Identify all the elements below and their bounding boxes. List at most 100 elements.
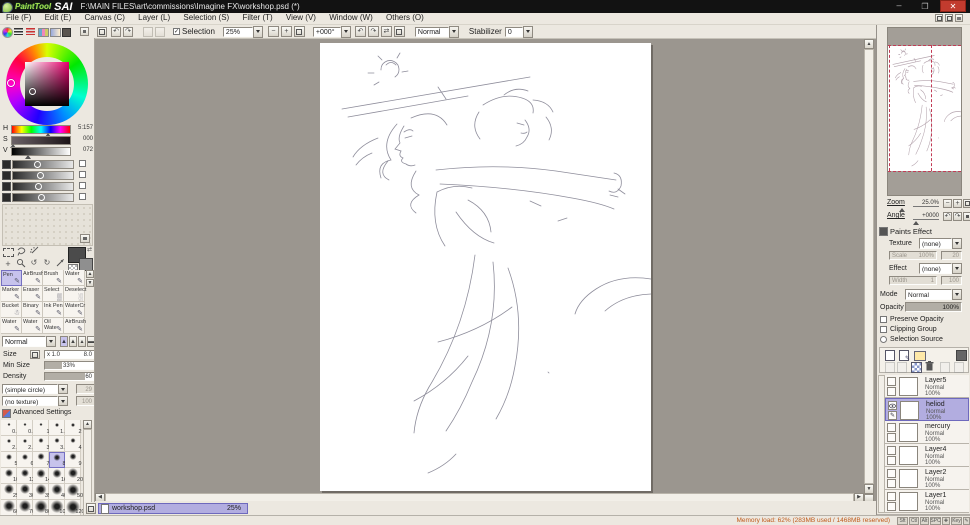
texture-select[interactable]: (none)	[919, 238, 952, 249]
custom-slider-3[interactable]	[2, 181, 92, 191]
texture-dropdown-button[interactable]	[952, 238, 962, 249]
zoom-reset-button[interactable]	[293, 26, 305, 37]
size-cell[interactable]: 9	[65, 452, 82, 468]
effect-select[interactable]: (none)	[919, 263, 952, 274]
zoom-in-button[interactable]: +	[280, 26, 292, 37]
navigator-rotate-ccw-button[interactable]: ↶	[943, 212, 952, 221]
tool-water[interactable]: Water ✎	[64, 270, 85, 286]
paints-effect-header[interactable]: Paints Effect	[879, 227, 969, 236]
size-cell[interactable]: 60	[1, 500, 19, 515]
clipping-group-checkbox[interactable]	[880, 326, 887, 333]
size-cell[interactable]: 10	[1, 468, 19, 484]
layer4-lock-checkbox[interactable]	[887, 456, 896, 465]
stabilizer-dropdown-button[interactable]	[522, 25, 533, 38]
tool-water2[interactable]: Water ✎	[1, 318, 22, 334]
canvas-area[interactable]: ▲ ▼ ◀ ▶	[95, 38, 876, 501]
size-cell[interactable]: 6	[17, 452, 34, 468]
size-cell[interactable]: 5	[1, 452, 18, 468]
effect-dropdown-button[interactable]	[952, 263, 962, 274]
move-tool[interactable]: +	[3, 259, 13, 269]
document-tab-active[interactable]: workshop.psd 25%	[98, 503, 248, 514]
canvas-vscroll-track[interactable]	[864, 49, 874, 484]
tool-inkpen[interactable]: Ink Pen ✎	[43, 302, 64, 318]
brush-texture-select[interactable]: (no texture)	[2, 396, 58, 406]
brush-shape-dropdown-button[interactable]	[58, 384, 68, 394]
layer-row-layer1[interactable]: Layer1 Normal 100%	[885, 490, 969, 513]
zoom-dropdown-button[interactable]	[252, 25, 263, 38]
zoom-value-field[interactable]: 25%	[222, 26, 253, 37]
layer-row-layer2[interactable]: Layer2 Normal 100%	[885, 467, 969, 490]
tool-marker[interactable]: Marker ✎	[1, 286, 22, 302]
new-linework-layer-button[interactable]: ✎	[899, 350, 910, 362]
custom-slider-3-checkbox[interactable]	[79, 182, 86, 189]
size-cell[interactable]: 7	[33, 452, 50, 468]
size-cell[interactable]: 35	[33, 484, 51, 500]
menu-edit[interactable]: Edit (E)	[45, 13, 72, 22]
size-cell[interactable]: 40	[49, 484, 67, 500]
size-cell[interactable]: 70	[17, 500, 35, 515]
size-cell[interactable]: 12	[17, 468, 35, 484]
menu-layer[interactable]: Layer (L)	[138, 13, 170, 22]
tool-grid-scroll-down[interactable]: ▼	[86, 279, 94, 287]
brush-edge-hard-button[interactable]: ▲	[60, 336, 68, 347]
size-cell[interactable]: 2.3	[1, 436, 20, 452]
size-cell[interactable]: 30	[17, 484, 35, 500]
size-cell[interactable]: 2	[65, 420, 82, 436]
custom-slider-2-checkbox[interactable]	[79, 171, 86, 178]
value-slider[interactable]	[11, 147, 71, 156]
clear-layer-button[interactable]	[911, 362, 922, 373]
navigator-zoom-in-button[interactable]: +	[953, 199, 962, 208]
menu-selection[interactable]: Selection (S)	[183, 13, 229, 22]
color-panel-menu-button[interactable]	[80, 27, 89, 36]
rotate-view-tool[interactable]: ↺	[29, 258, 39, 268]
merge-down-button[interactable]	[897, 362, 907, 373]
tool-binary[interactable]: Binary ✎	[22, 302, 43, 318]
brush-shape-select[interactable]: (simple circle)	[2, 384, 58, 394]
stabilizer-value-field[interactable]: 0	[504, 26, 523, 37]
size-cell[interactable]: 14	[33, 468, 51, 484]
clipping-group-row[interactable]: Clipping Group	[880, 326, 970, 335]
angle-reset-button[interactable]	[393, 26, 405, 37]
minsize-slider[interactable]: 33%	[44, 361, 94, 370]
canvas-vscroll-down[interactable]: ▼	[864, 484, 874, 494]
tool-brush[interactable]: Brush ✎	[43, 270, 64, 286]
layer-opacity-slider[interactable]: 100%	[905, 302, 962, 312]
density-slider[interactable]: 60	[44, 372, 94, 381]
selection-source-radio[interactable]	[880, 336, 887, 343]
angle-value-field[interactable]: +000°	[312, 26, 341, 37]
preserve-opacity-checkbox[interactable]	[880, 316, 887, 323]
heliod-paint-indicator[interactable]: ✎	[888, 411, 897, 420]
heliod-visibility-checkbox[interactable]	[888, 401, 897, 410]
size-slider[interactable]: x 1.0 8.0	[44, 350, 94, 359]
size-cell[interactable]: 16	[49, 468, 67, 484]
flip-button[interactable]: ⇄	[380, 26, 392, 37]
panel-toggle-right-button[interactable]	[945, 14, 953, 22]
panel-toggle-left-button[interactable]	[935, 14, 943, 22]
angle-dropdown-button[interactable]	[340, 25, 351, 38]
layer-mode-dropdown-button[interactable]	[952, 289, 962, 300]
selection-source-row[interactable]: Selection Source	[880, 336, 970, 345]
magic-wand-tool[interactable]	[29, 246, 39, 256]
swatch-area[interactable]	[2, 204, 93, 246]
color-wheel[interactable]	[6, 43, 88, 125]
transfer-down-button[interactable]	[885, 362, 895, 373]
layer1-visibility-checkbox[interactable]	[887, 492, 896, 501]
swatches-tab-icon[interactable]	[38, 28, 49, 37]
layer4-visibility-checkbox[interactable]	[887, 446, 896, 455]
layer-row-heliod-selected[interactable]: ✎ heliod Normal 100%	[885, 398, 969, 421]
zoom-tool[interactable]	[16, 258, 26, 268]
mercury-lock-checkbox[interactable]	[887, 433, 896, 442]
menu-canvas[interactable]: Canvas (C)	[84, 13, 124, 22]
custom-slider-4[interactable]	[2, 192, 92, 202]
layer2-visibility-checkbox[interactable]	[887, 469, 896, 478]
eyedropper-tool[interactable]	[55, 258, 65, 268]
brush-edge-soft-button[interactable]: ▲	[69, 336, 77, 347]
navigator-preview[interactable]	[887, 27, 962, 196]
custom-slider-1-checkbox[interactable]	[79, 160, 86, 167]
size-cell[interactable]: 20	[65, 468, 83, 484]
minimize-button[interactable]: –	[888, 1, 910, 12]
menu-filter[interactable]: Filter (T)	[242, 13, 272, 22]
tool-airbrush[interactable]: AirBrush ✎	[22, 270, 44, 286]
menu-window[interactable]: Window (W)	[329, 13, 373, 22]
layer-row-mercury[interactable]: mercury Normal 100%	[885, 421, 969, 444]
